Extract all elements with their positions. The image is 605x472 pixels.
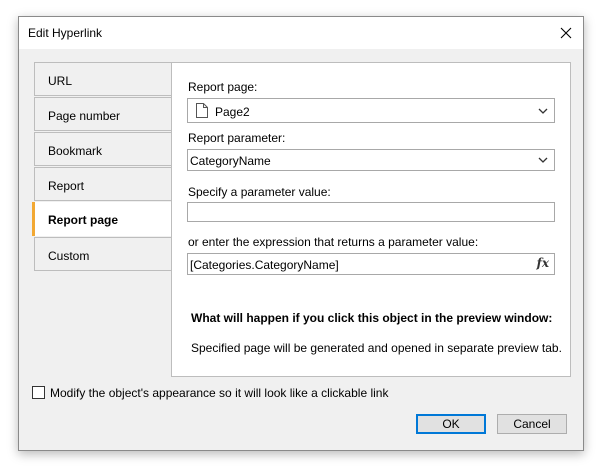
chevron-down-icon	[538, 157, 548, 163]
modify-appearance-checkbox[interactable]	[32, 386, 45, 399]
report-page-label: Report page:	[188, 80, 258, 94]
tab-label: Custom	[48, 249, 90, 263]
report-parameter-label: Report parameter:	[188, 131, 286, 145]
expression-input[interactable]: [Categories.CategoryName] fx	[187, 253, 555, 275]
info-text: Specified page will be generated and ope…	[191, 341, 562, 355]
modify-appearance-label[interactable]: Modify the object's appearance so it wil…	[50, 386, 388, 400]
tab-page-number[interactable]: Page number	[34, 97, 171, 131]
param-value-input[interactable]	[187, 202, 555, 222]
tab-label: Report	[48, 179, 85, 193]
title-bar: Edit Hyperlink	[19, 17, 583, 49]
dialog-title: Edit Hyperlink	[28, 26, 103, 40]
tab-report[interactable]: Report	[34, 167, 171, 201]
tab-url[interactable]: URL	[34, 62, 171, 96]
tab-label: Report page	[48, 213, 119, 227]
expression-label: or enter the expression that returns a p…	[188, 235, 479, 249]
tab-custom[interactable]: Custom	[34, 237, 171, 271]
document-icon	[196, 103, 208, 118]
tab-bookmark[interactable]: Bookmark	[34, 132, 171, 166]
chevron-down-icon	[538, 108, 548, 114]
report-parameter-select[interactable]: CategoryName	[187, 149, 555, 171]
cancel-button[interactable]: Cancel	[497, 414, 567, 434]
report-parameter-value: CategoryName	[190, 154, 271, 168]
ok-button[interactable]: OK	[416, 414, 486, 434]
tab-report-page[interactable]: Report page	[32, 202, 172, 236]
report-page-select[interactable]: Page2	[187, 98, 555, 123]
report-page-panel: Report page: Page2 Report parameter: Cat…	[171, 62, 571, 377]
report-page-value: Page2	[215, 105, 250, 119]
close-button[interactable]	[549, 17, 583, 49]
tab-label: URL	[48, 74, 73, 88]
edit-hyperlink-dialog: Edit Hyperlink URL Page number Bookmark …	[18, 16, 584, 451]
info-heading: What will happen if you click this objec…	[191, 311, 553, 325]
expression-editor-button[interactable]: fx	[537, 256, 549, 270]
tab-label: Bookmark	[48, 144, 103, 158]
param-value-label: Specify a parameter value:	[188, 185, 331, 199]
close-icon	[560, 27, 572, 39]
expression-value: [Categories.CategoryName]	[190, 258, 339, 272]
tab-label: Page number	[48, 109, 121, 123]
